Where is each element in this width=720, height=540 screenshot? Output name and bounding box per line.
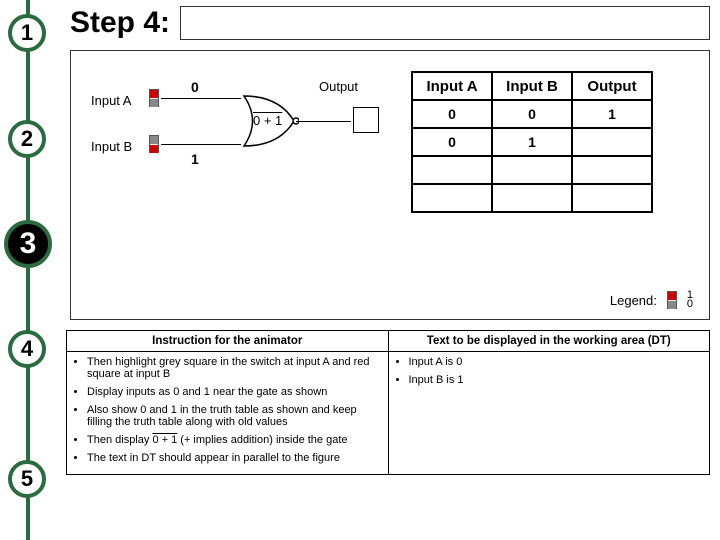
table-row: 0 1: [412, 128, 652, 156]
th-input-a: Input A: [412, 72, 492, 100]
step-title: Step 4:: [70, 6, 170, 40]
step-marker-4[interactable]: 4: [8, 330, 46, 368]
output-label: Output: [319, 79, 358, 94]
instruction-table: Instruction for the animator Text to be …: [66, 330, 710, 475]
switch-input-b[interactable]: [149, 135, 159, 153]
list-item: Then display 0 + 1 (+ implies addition) …: [87, 434, 382, 446]
input-a-label: Input A: [91, 93, 131, 108]
input-b-value: 1: [191, 151, 199, 167]
legend-switch-icon: [667, 291, 677, 309]
instr-header-left: Instruction for the animator: [67, 331, 389, 352]
switch-input-a[interactable]: [149, 89, 159, 107]
step-marker-3[interactable]: 3: [4, 220, 52, 268]
legend-values: 1 0: [687, 291, 693, 309]
gate-expression: 0 + 1: [253, 113, 282, 128]
list-item: Then highlight grey square in the switch…: [87, 356, 382, 380]
th-output: Output: [572, 72, 652, 100]
switch-a-grey: [150, 99, 158, 107]
title-row: Step 4:: [70, 0, 710, 46]
wire-b: [161, 144, 241, 145]
table-row: 0 0 1: [412, 100, 652, 128]
list-item: Display inputs as 0 and 1 near the gate …: [87, 386, 382, 398]
legend: Legend: 1 0: [610, 291, 693, 309]
truth-table: Input A Input B Output 0 0 1 0 1: [411, 71, 653, 213]
output-box: [353, 107, 379, 133]
input-a-value: 0: [191, 79, 199, 95]
legend-red: [668, 292, 676, 300]
step-marker-2[interactable]: 2: [8, 120, 46, 158]
table-row: [412, 156, 652, 184]
step-timeline: [26, 0, 30, 540]
list-item: Input A is 0: [409, 356, 704, 368]
legend-label: Legend:: [610, 293, 657, 308]
th-input-b: Input B: [492, 72, 572, 100]
wire-output: [296, 121, 351, 122]
working-area: Input A Input B 0 1 0 + 1 Output Input A…: [70, 50, 710, 320]
instr-left-cell: Then highlight grey square in the switch…: [67, 352, 389, 475]
switch-b-grey: [150, 136, 158, 144]
list-item: The text in DT should appear in parallel…: [87, 452, 382, 464]
title-input-box[interactable]: [180, 6, 710, 40]
instr-header-right: Text to be displayed in the working area…: [388, 331, 710, 352]
wire-a: [161, 98, 241, 99]
step-marker-1[interactable]: 1: [8, 14, 46, 52]
list-item: Also show 0 and 1 in the truth table as …: [87, 404, 382, 428]
legend-grey: [668, 301, 676, 309]
instr-right-cell: Input A is 0 Input B is 1: [388, 352, 710, 475]
switch-a-red: [150, 90, 158, 98]
step-marker-5[interactable]: 5: [8, 460, 46, 498]
table-row: [412, 184, 652, 212]
switch-b-red: [150, 145, 158, 153]
input-b-label: Input B: [91, 139, 132, 154]
list-item: Input B is 1: [409, 374, 704, 386]
